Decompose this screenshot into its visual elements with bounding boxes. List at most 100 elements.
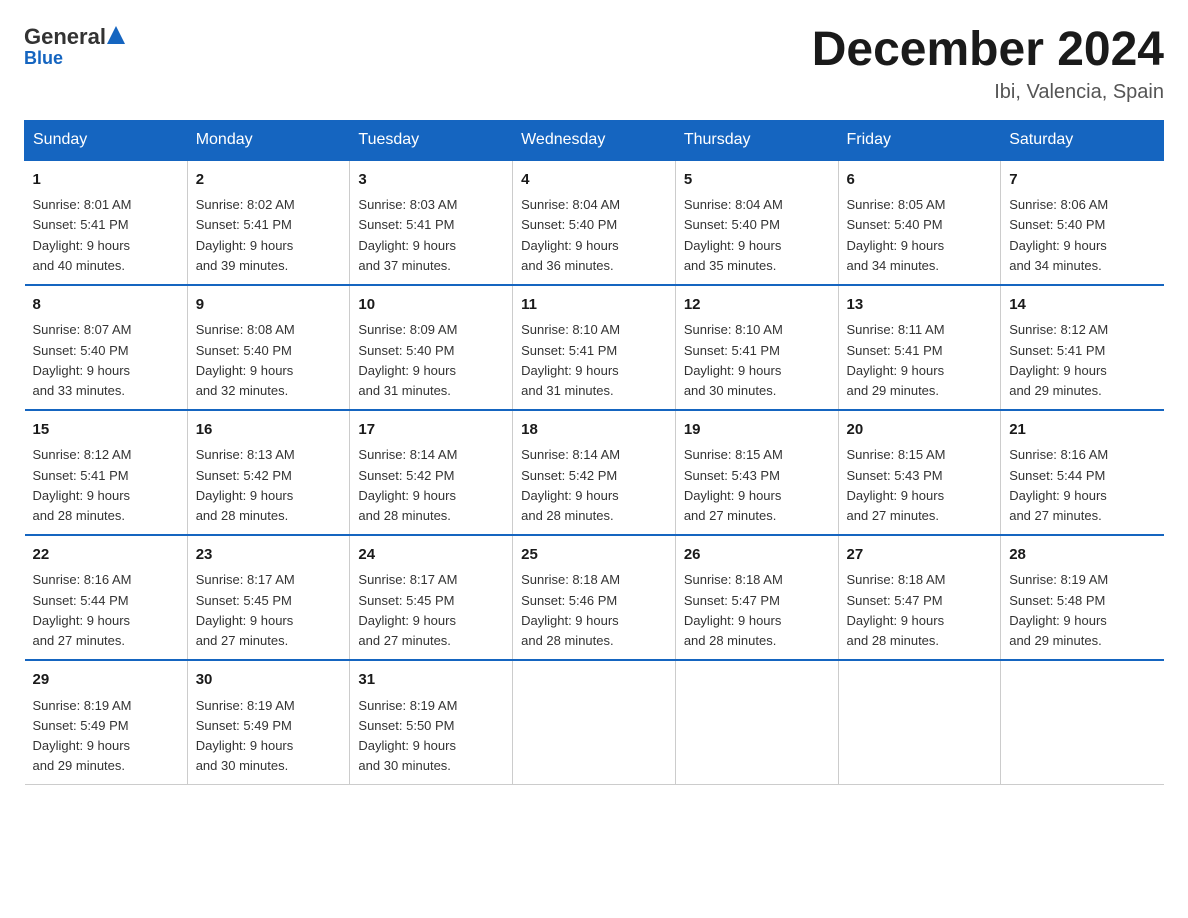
calendar-cell: 8 Sunrise: 8:07 AMSunset: 5:40 PMDayligh…	[25, 285, 188, 410]
day-number: 5	[684, 169, 830, 192]
day-info: Sunrise: 8:08 AMSunset: 5:40 PMDaylight:…	[196, 320, 342, 401]
calendar-cell: 11 Sunrise: 8:10 AMSunset: 5:41 PMDaylig…	[513, 285, 676, 410]
calendar-cell: 13 Sunrise: 8:11 AMSunset: 5:41 PMDaylig…	[838, 285, 1001, 410]
day-number: 29	[33, 669, 179, 692]
day-number: 25	[521, 544, 667, 567]
day-info: Sunrise: 8:16 AMSunset: 5:44 PMDaylight:…	[1009, 445, 1155, 526]
day-number: 21	[1009, 419, 1155, 442]
day-number: 13	[847, 294, 993, 317]
day-number: 2	[196, 169, 342, 192]
header-thursday: Thursday	[675, 120, 838, 160]
day-number: 28	[1009, 544, 1155, 567]
calendar-cell: 5 Sunrise: 8:04 AMSunset: 5:40 PMDayligh…	[675, 160, 838, 285]
calendar-cell: 24 Sunrise: 8:17 AMSunset: 5:45 PMDaylig…	[350, 535, 513, 660]
day-number: 17	[358, 419, 504, 442]
day-info: Sunrise: 8:10 AMSunset: 5:41 PMDaylight:…	[684, 320, 830, 401]
day-info: Sunrise: 8:12 AMSunset: 5:41 PMDaylight:…	[33, 445, 179, 526]
page-subtitle: Ibi, Valencia, Spain	[812, 81, 1164, 104]
day-info: Sunrise: 8:06 AMSunset: 5:40 PMDaylight:…	[1009, 195, 1155, 276]
day-info: Sunrise: 8:05 AMSunset: 5:40 PMDaylight:…	[847, 195, 993, 276]
page-header: General Blue December 2024 Ibi, Valencia…	[24, 24, 1164, 104]
header-sunday: Sunday	[25, 120, 188, 160]
calendar-cell: 28 Sunrise: 8:19 AMSunset: 5:48 PMDaylig…	[1001, 535, 1164, 660]
day-number: 10	[358, 294, 504, 317]
day-number: 1	[33, 169, 179, 192]
day-number: 27	[847, 544, 993, 567]
calendar-cell: 19 Sunrise: 8:15 AMSunset: 5:43 PMDaylig…	[675, 410, 838, 535]
calendar-cell	[513, 660, 676, 785]
logo-blue-text: Blue	[24, 48, 63, 69]
calendar-cell: 15 Sunrise: 8:12 AMSunset: 5:41 PMDaylig…	[25, 410, 188, 535]
day-info: Sunrise: 8:02 AMSunset: 5:41 PMDaylight:…	[196, 195, 342, 276]
calendar-cell: 3 Sunrise: 8:03 AMSunset: 5:41 PMDayligh…	[350, 160, 513, 285]
day-info: Sunrise: 8:19 AMSunset: 5:49 PMDaylight:…	[33, 696, 179, 777]
calendar-cell: 1 Sunrise: 8:01 AMSunset: 5:41 PMDayligh…	[25, 160, 188, 285]
calendar-cell: 14 Sunrise: 8:12 AMSunset: 5:41 PMDaylig…	[1001, 285, 1164, 410]
day-info: Sunrise: 8:19 AMSunset: 5:50 PMDaylight:…	[358, 696, 504, 777]
week-row-1: 1 Sunrise: 8:01 AMSunset: 5:41 PMDayligh…	[25, 160, 1164, 285]
header-wednesday: Wednesday	[513, 120, 676, 160]
day-number: 12	[684, 294, 830, 317]
day-info: Sunrise: 8:11 AMSunset: 5:41 PMDaylight:…	[847, 320, 993, 401]
week-row-5: 29 Sunrise: 8:19 AMSunset: 5:49 PMDaylig…	[25, 660, 1164, 785]
calendar-cell	[838, 660, 1001, 785]
calendar-cell: 30 Sunrise: 8:19 AMSunset: 5:49 PMDaylig…	[187, 660, 350, 785]
calendar-table: SundayMondayTuesdayWednesdayThursdayFrid…	[24, 120, 1164, 785]
calendar-cell: 27 Sunrise: 8:18 AMSunset: 5:47 PMDaylig…	[838, 535, 1001, 660]
day-info: Sunrise: 8:17 AMSunset: 5:45 PMDaylight:…	[358, 570, 504, 651]
day-number: 6	[847, 169, 993, 192]
day-info: Sunrise: 8:09 AMSunset: 5:40 PMDaylight:…	[358, 320, 504, 401]
day-info: Sunrise: 8:16 AMSunset: 5:44 PMDaylight:…	[33, 570, 179, 651]
day-info: Sunrise: 8:15 AMSunset: 5:43 PMDaylight:…	[847, 445, 993, 526]
day-info: Sunrise: 8:18 AMSunset: 5:47 PMDaylight:…	[684, 570, 830, 651]
day-number: 14	[1009, 294, 1155, 317]
day-number: 4	[521, 169, 667, 192]
calendar-cell: 18 Sunrise: 8:14 AMSunset: 5:42 PMDaylig…	[513, 410, 676, 535]
week-row-3: 15 Sunrise: 8:12 AMSunset: 5:41 PMDaylig…	[25, 410, 1164, 535]
day-number: 19	[684, 419, 830, 442]
day-number: 30	[196, 669, 342, 692]
header-friday: Friday	[838, 120, 1001, 160]
day-number: 15	[33, 419, 179, 442]
day-number: 11	[521, 294, 667, 317]
header-tuesday: Tuesday	[350, 120, 513, 160]
calendar-cell: 26 Sunrise: 8:18 AMSunset: 5:47 PMDaylig…	[675, 535, 838, 660]
day-number: 31	[358, 669, 504, 692]
calendar-cell: 29 Sunrise: 8:19 AMSunset: 5:49 PMDaylig…	[25, 660, 188, 785]
calendar-cell: 21 Sunrise: 8:16 AMSunset: 5:44 PMDaylig…	[1001, 410, 1164, 535]
calendar-header-row: SundayMondayTuesdayWednesdayThursdayFrid…	[25, 120, 1164, 160]
day-number: 9	[196, 294, 342, 317]
title-area: December 2024 Ibi, Valencia, Spain	[812, 24, 1164, 104]
header-saturday: Saturday	[1001, 120, 1164, 160]
day-info: Sunrise: 8:17 AMSunset: 5:45 PMDaylight:…	[196, 570, 342, 651]
day-number: 20	[847, 419, 993, 442]
header-monday: Monday	[187, 120, 350, 160]
day-info: Sunrise: 8:18 AMSunset: 5:46 PMDaylight:…	[521, 570, 667, 651]
day-number: 24	[358, 544, 504, 567]
day-number: 22	[33, 544, 179, 567]
calendar-cell	[675, 660, 838, 785]
day-info: Sunrise: 8:19 AMSunset: 5:49 PMDaylight:…	[196, 696, 342, 777]
day-info: Sunrise: 8:14 AMSunset: 5:42 PMDaylight:…	[358, 445, 504, 526]
calendar-cell: 2 Sunrise: 8:02 AMSunset: 5:41 PMDayligh…	[187, 160, 350, 285]
day-number: 26	[684, 544, 830, 567]
week-row-4: 22 Sunrise: 8:16 AMSunset: 5:44 PMDaylig…	[25, 535, 1164, 660]
logo-triangle-icon	[107, 24, 125, 50]
page-title: December 2024	[812, 24, 1164, 77]
week-row-2: 8 Sunrise: 8:07 AMSunset: 5:40 PMDayligh…	[25, 285, 1164, 410]
logo-general-text: General	[24, 24, 106, 50]
logo: General Blue	[24, 24, 127, 69]
day-info: Sunrise: 8:14 AMSunset: 5:42 PMDaylight:…	[521, 445, 667, 526]
day-info: Sunrise: 8:04 AMSunset: 5:40 PMDaylight:…	[521, 195, 667, 276]
calendar-cell: 16 Sunrise: 8:13 AMSunset: 5:42 PMDaylig…	[187, 410, 350, 535]
day-number: 8	[33, 294, 179, 317]
calendar-cell: 23 Sunrise: 8:17 AMSunset: 5:45 PMDaylig…	[187, 535, 350, 660]
calendar-cell: 10 Sunrise: 8:09 AMSunset: 5:40 PMDaylig…	[350, 285, 513, 410]
day-info: Sunrise: 8:19 AMSunset: 5:48 PMDaylight:…	[1009, 570, 1155, 651]
day-info: Sunrise: 8:18 AMSunset: 5:47 PMDaylight:…	[847, 570, 993, 651]
calendar-cell: 9 Sunrise: 8:08 AMSunset: 5:40 PMDayligh…	[187, 285, 350, 410]
calendar-cell	[1001, 660, 1164, 785]
calendar-cell: 20 Sunrise: 8:15 AMSunset: 5:43 PMDaylig…	[838, 410, 1001, 535]
day-info: Sunrise: 8:12 AMSunset: 5:41 PMDaylight:…	[1009, 320, 1155, 401]
day-number: 3	[358, 169, 504, 192]
